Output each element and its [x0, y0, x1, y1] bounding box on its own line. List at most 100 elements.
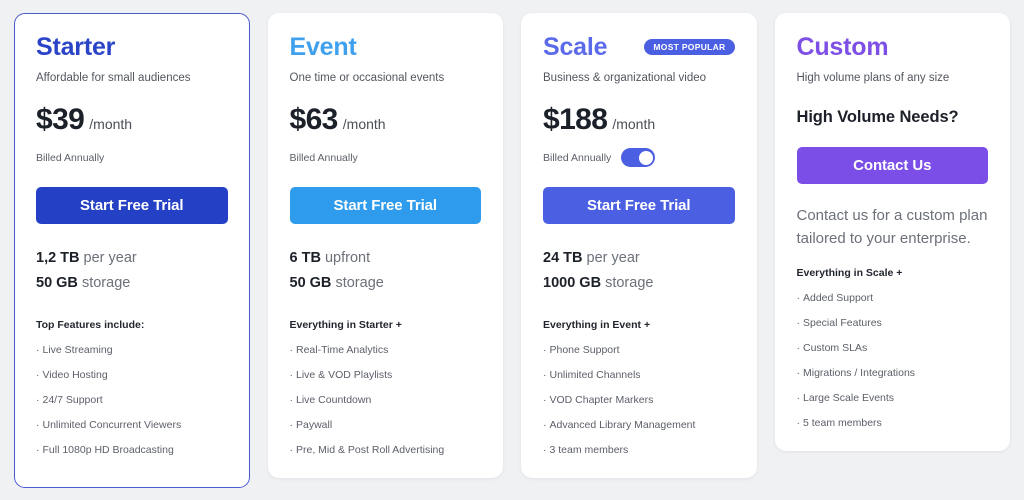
plan-name: Custom	[796, 33, 889, 61]
bullet-icon: ·	[796, 292, 801, 304]
bullet-icon: ·	[796, 367, 801, 379]
feature-label: Live Countdown	[296, 394, 372, 406]
price-period: /month	[342, 116, 386, 132]
feature-item: · 24/7 Support	[36, 393, 228, 407]
feature-label: Full 1080p HD Broadcasting	[42, 444, 174, 456]
card-header: Event	[290, 32, 482, 62]
quota-list: 1,2 TB per year 50 GB storage	[36, 246, 228, 296]
bullet-icon: ·	[796, 342, 801, 354]
bullet-icon: ·	[543, 444, 547, 456]
pricing-card-custom[interactable]: Custom High volume plans of any size Hig…	[774, 13, 1010, 451]
feature-item: · VOD Chapter Markers	[543, 393, 735, 407]
feature-item: · 3 team members	[543, 443, 735, 457]
feature-item: · Pre, Mid & Post Roll Advertising	[290, 443, 482, 457]
bullet-icon: ·	[289, 344, 294, 356]
plan-tagline: One time or occasional events	[289, 72, 445, 84]
quota-unit: per year	[586, 250, 640, 266]
pricing-card-event[interactable]: Event One time or occasional events $63 …	[267, 13, 503, 478]
price-amount: $39	[36, 103, 85, 136]
bullet-icon: ·	[796, 392, 801, 404]
features-list: Everything in Starter + · Real-Time Analy…	[290, 318, 482, 457]
toggle-knob	[638, 150, 653, 165]
feature-item: · Advanced Library Management	[543, 418, 735, 432]
feature-label: Paywall	[296, 419, 333, 431]
quota-value: 1,2 TB	[36, 250, 80, 266]
bullet-icon: ·	[543, 369, 547, 381]
features-title: Everything in Starter +	[289, 319, 402, 331]
features-list: Top Features include: · Live Streaming · V…	[36, 318, 228, 457]
billed-annually-toggle[interactable]	[621, 148, 656, 167]
feature-item: · Phone Support	[543, 343, 735, 357]
plan-tagline: Business & organizational video	[543, 72, 707, 84]
features-title: Everything in Event +	[543, 319, 651, 331]
feature-item: · Unlimited Channels	[543, 368, 735, 382]
pricing-card-starter[interactable]: Starter Affordable for small audiences $…	[14, 13, 250, 488]
feature-label: Advanced Library Management	[549, 419, 696, 431]
feature-item: · Video Hosting	[36, 368, 228, 382]
bullet-icon: ·	[796, 417, 801, 429]
quota-unit: storage	[335, 275, 384, 291]
feature-item: · Live & VOD Playlists	[290, 368, 482, 382]
card-header: Custom	[797, 32, 989, 62]
feature-item: · Custom SLAs	[797, 341, 989, 355]
feature-label: Unlimited Concurrent Viewers	[42, 419, 182, 431]
feature-item: · Migrations / Integrations	[797, 366, 989, 380]
custom-description: Contact us for a custom plan tailored to…	[796, 207, 988, 247]
plan-name: Starter	[36, 33, 116, 61]
feature-label: Large Scale Events	[803, 392, 895, 404]
feature-item: · Live Countdown	[290, 393, 482, 407]
feature-item: · Real-Time Analytics	[290, 343, 482, 357]
feature-label: 5 team members	[803, 417, 882, 429]
pricing-card-scale[interactable]: Scale MOST POPULAR Business & organizati…	[521, 13, 757, 478]
start-free-trial-button[interactable]: Start Free Trial	[36, 187, 228, 224]
billing-row: Billed Annually	[36, 148, 228, 167]
bullet-icon: ·	[36, 344, 40, 356]
feature-item: · Paywall	[290, 418, 482, 432]
feature-label: Real-Time Analytics	[296, 344, 389, 356]
feature-item: · Added Support	[797, 291, 989, 305]
quota-line: 1000 GB storage	[543, 271, 735, 296]
card-header: Starter	[36, 32, 228, 62]
price-amount: $63	[289, 103, 339, 136]
features-list: Everything in Event + · Phone Support · Un…	[543, 318, 735, 457]
quota-unit: per year	[83, 250, 137, 266]
feature-item: · Live Streaming	[36, 343, 228, 357]
bullet-icon: ·	[289, 419, 294, 431]
feature-label: 24/7 Support	[42, 394, 103, 406]
bullet-icon: ·	[36, 369, 40, 381]
quota-value: 24 TB	[543, 250, 583, 266]
bullet-icon: ·	[289, 444, 294, 456]
pricing-plans-row: Starter Affordable for small audiences $…	[0, 0, 1024, 488]
contact-us-button[interactable]: Contact Us	[796, 147, 988, 184]
billing-label: Billed Annually	[543, 151, 612, 164]
quota-list: 24 TB per year 1000 GB storage	[543, 246, 735, 296]
feature-label: Unlimited Channels	[549, 369, 641, 381]
quota-unit: storage	[605, 275, 654, 291]
start-free-trial-button[interactable]: Start Free Trial	[543, 187, 735, 224]
quota-value: 50 GB	[289, 275, 332, 291]
bullet-icon: ·	[543, 419, 547, 431]
feature-label: Pre, Mid & Post Roll Advertising	[296, 444, 445, 456]
price-row: $39 /month	[36, 105, 228, 135]
price-row: $63 /month	[290, 105, 482, 135]
feature-label: Special Features	[803, 317, 882, 329]
billing-label: Billed Annually	[36, 151, 105, 164]
feature-label: Live Streaming	[42, 344, 113, 356]
bullet-icon: ·	[543, 344, 547, 356]
custom-headline: High Volume Needs?	[796, 108, 959, 126]
quota-value: 50 GB	[36, 275, 78, 291]
quota-list: 6 TB upfront 50 GB storage	[290, 246, 482, 296]
start-free-trial-button[interactable]: Start Free Trial	[289, 187, 481, 224]
quota-line: 50 GB storage	[36, 271, 228, 296]
quota-line: 24 TB per year	[543, 246, 735, 271]
feature-label: Custom SLAs	[803, 342, 868, 354]
feature-label: Added Support	[803, 292, 874, 304]
feature-label: Video Hosting	[42, 369, 108, 381]
billing-label: Billed Annually	[289, 151, 358, 164]
quota-unit: storage	[81, 275, 131, 291]
bullet-icon: ·	[289, 369, 294, 381]
feature-label: VOD Chapter Markers	[549, 394, 654, 406]
quota-value: 6 TB	[289, 250, 321, 266]
features-title: Top Features include:	[36, 319, 145, 331]
feature-item: · 5 team members	[797, 416, 989, 430]
